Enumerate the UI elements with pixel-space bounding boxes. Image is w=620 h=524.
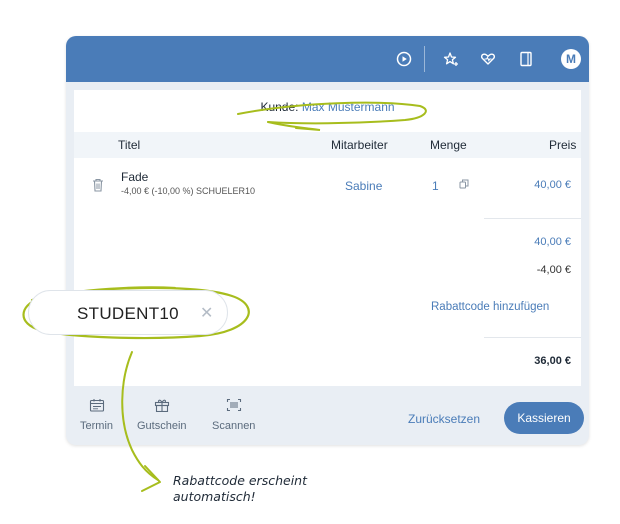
customer-label: Kunde: (260, 100, 299, 114)
annotation-line-1: Rabattcode erscheint (173, 473, 307, 488)
checkout-button[interactable]: Kassieren (504, 402, 584, 434)
column-title: Titel (118, 138, 141, 152)
item-staff[interactable]: Sabine (345, 179, 382, 193)
calendar-icon (89, 399, 104, 412)
subtotal-value: 40,00 € (534, 236, 571, 248)
divider (484, 337, 581, 338)
annotation-note: Rabattcode erscheint automatisch! (173, 473, 307, 505)
table-header: Titel Mitarbeiter Menge Preis (74, 132, 581, 158)
document-icon[interactable] (516, 49, 536, 69)
star-sparkle-icon[interactable] (441, 49, 461, 69)
item-quantity[interactable]: 1 (432, 179, 439, 193)
barcode-scan-icon (226, 398, 241, 412)
top-bar: M (66, 36, 589, 82)
column-staff: Mitarbeiter (331, 138, 388, 152)
discount-value: -4,00 € (536, 264, 571, 276)
nav-gutschein-label: Gutschein (137, 420, 187, 432)
annotation-line-2: automatisch! (173, 489, 256, 504)
item-title: Fade (121, 170, 149, 184)
column-qty: Menge (430, 138, 467, 152)
nav-termin[interactable]: Termin (80, 398, 113, 432)
add-coupon-link[interactable]: Rabattcode hinzufügen (431, 301, 549, 313)
cart-panel: Kunde: Max Mustermann Titel Mitarbeiter … (74, 90, 581, 386)
trash-icon[interactable] (92, 178, 104, 192)
gift-icon (154, 399, 169, 412)
top-bar-divider (424, 46, 425, 72)
column-price: Preis (549, 138, 577, 152)
heart-icon[interactable] (478, 49, 498, 69)
nav-scannen-label: Scannen (212, 420, 256, 432)
clear-icon[interactable]: ✕ (200, 303, 213, 323)
bottom-toolbar: Termin Gutschein Scannen Zurücksetzen Ka… (66, 394, 589, 445)
coupon-input[interactable]: STUDENT10 ✕ (28, 290, 228, 335)
nav-termin-label: Termin (80, 420, 114, 432)
coupon-code: STUDENT10 (77, 304, 179, 323)
nav-scannen[interactable]: Scannen (212, 398, 255, 432)
item-price[interactable]: 40,00 € (534, 179, 571, 191)
divider (484, 218, 581, 219)
copy-icon[interactable] (459, 179, 469, 189)
nav-gutschein[interactable]: Gutschein (137, 398, 187, 432)
avatar[interactable]: M (561, 49, 581, 69)
reset-button[interactable]: Zurücksetzen (408, 412, 480, 426)
checkout-window: M Kunde: Max Mustermann Titel Mitarbeite… (66, 36, 589, 445)
total-value: 36,00 € (534, 355, 571, 367)
play-circle-icon[interactable] (394, 49, 414, 69)
customer-name[interactable]: Max Mustermann (302, 100, 395, 114)
item-discount-info: -4,00 € (-10,00 %) SCHUELER10 (121, 186, 256, 196)
customer-line[interactable]: Kunde: Max Mustermann (74, 100, 581, 114)
